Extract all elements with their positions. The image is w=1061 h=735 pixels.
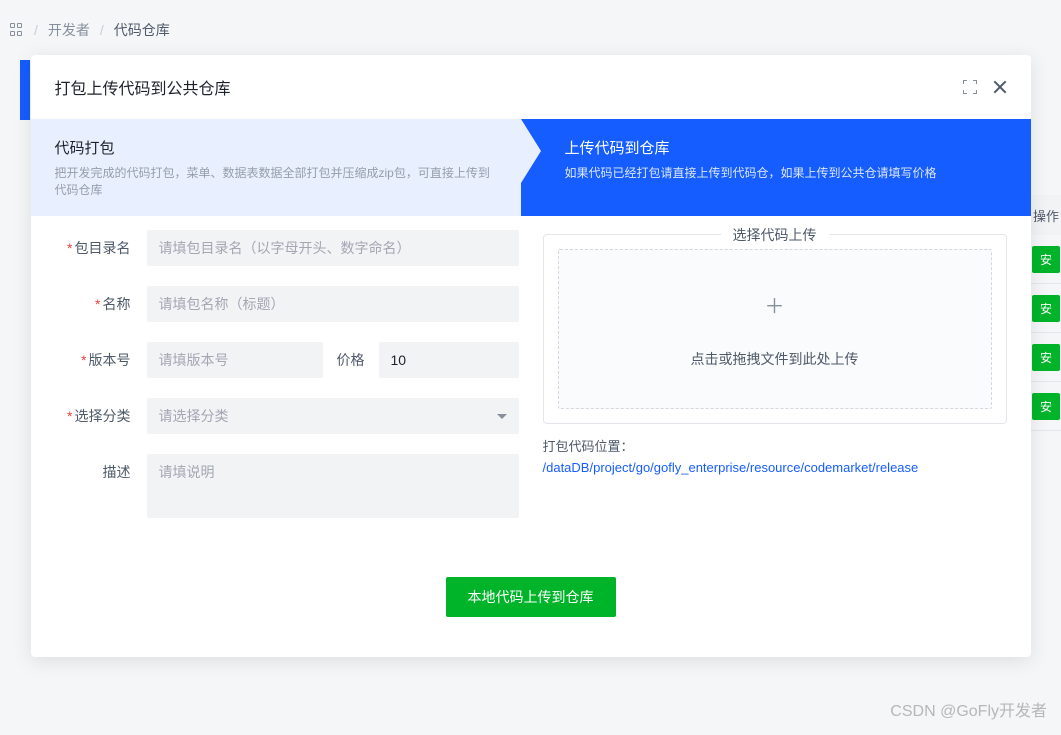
form-panel: 包目录名 名称 版本号 价格 选择分类: [55, 230, 519, 541]
price-label: 价格: [323, 350, 379, 370]
close-icon[interactable]: [993, 80, 1007, 94]
version-input[interactable]: [147, 342, 323, 378]
category-placeholder: 请选择分类: [159, 406, 229, 426]
desc-label: 描述: [55, 454, 147, 482]
dir-label: 包目录名: [55, 230, 147, 258]
category-select[interactable]: 请选择分类: [147, 398, 519, 434]
step-desc: 把开发完成的代码打包，菜单、数据表数据全部打包并压缩成zip包，可直接上传到代码…: [55, 164, 497, 198]
step-desc: 如果代码已经打包请直接上传到代码仓，如果上传到公共仓请填写价格: [565, 164, 1007, 181]
upload-modal: 打包上传代码到公共仓库 代码打包 把开发完成的代码打包，菜单、数据表数据全部打包…: [31, 55, 1031, 657]
upload-panel: 选择代码上传 ＋ 点击或拖拽文件到此处上传 打包代码位置： /dataDB/pr…: [543, 230, 1007, 541]
upload-legend: 选择代码上传: [721, 225, 829, 245]
name-label: 名称: [55, 286, 147, 314]
step-title: 上传代码到仓库: [565, 137, 1007, 158]
modal-title: 打包上传代码到公共仓库: [55, 75, 231, 99]
path-label: 打包代码位置：: [543, 436, 1007, 455]
upload-dropzone[interactable]: ＋ 点击或拖拽文件到此处上传: [558, 249, 992, 409]
step-title: 代码打包: [55, 137, 497, 158]
plus-icon: ＋: [765, 290, 785, 319]
desc-textarea[interactable]: [147, 454, 519, 518]
step-package[interactable]: 代码打包 把开发完成的代码打包，菜单、数据表数据全部打包并压缩成zip包，可直接…: [31, 119, 521, 216]
steps-bar: 代码打包 把开发完成的代码打包，菜单、数据表数据全部打包并压缩成zip包，可直接…: [31, 119, 1031, 216]
version-label: 版本号: [55, 342, 147, 370]
path-value[interactable]: /dataDB/project/go/gofly_enterprise/reso…: [543, 460, 1007, 475]
price-input[interactable]: [379, 342, 519, 378]
dir-input[interactable]: [147, 230, 519, 266]
step-upload[interactable]: 上传代码到仓库 如果代码已经打包请直接上传到代码仓，如果上传到公共仓请填写价格: [521, 119, 1031, 216]
modal-overlay: 打包上传代码到公共仓库 代码打包 把开发完成的代码打包，菜单、数据表数据全部打包…: [0, 0, 1061, 735]
upload-fieldset: 选择代码上传 ＋ 点击或拖拽文件到此处上传: [543, 234, 1007, 424]
upload-hint: 点击或拖拽文件到此处上传: [691, 349, 859, 369]
category-label: 选择分类: [55, 398, 147, 426]
name-input[interactable]: [147, 286, 519, 322]
chevron-down-icon: [497, 414, 507, 419]
modal-header: 打包上传代码到公共仓库: [31, 55, 1031, 119]
fullscreen-icon[interactable]: [963, 80, 977, 94]
submit-button[interactable]: 本地代码上传到仓库: [446, 577, 616, 617]
